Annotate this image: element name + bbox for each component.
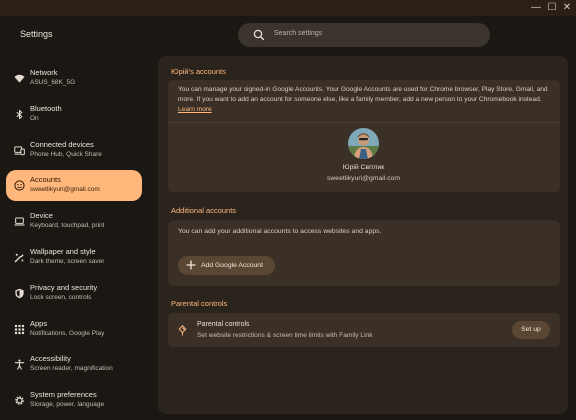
sidebar-item-sublabel: Dark theme, screen saver: [30, 258, 105, 265]
minimize-icon[interactable]: —: [530, 2, 542, 14]
bluetooth-icon: [16, 109, 23, 120]
sidebar-item-sublabel: Phone Hub, Quick Share: [30, 151, 102, 158]
user-email: sweetlikyuri@gmail.com: [327, 175, 400, 182]
sidebar-item-sublabel: On: [30, 115, 39, 122]
sidebar-item-sublabel: Storage, power, language: [30, 401, 105, 408]
app-title: Settings: [20, 29, 53, 39]
divider: [168, 122, 560, 123]
parental-controls-subtitle: Set website restrictions & screen time l…: [197, 332, 373, 339]
section-title-additional-accounts: Additional accounts: [171, 206, 237, 215]
laptop-icon: [14, 217, 25, 226]
add-google-account-button[interactable]: Add Google Account: [178, 256, 275, 275]
palette-icon: [14, 253, 24, 263]
accessibility-icon: [14, 359, 25, 370]
avatar[interactable]: [348, 128, 379, 159]
plus-icon: [186, 260, 196, 270]
sidebar-item-wallpaper[interactable]: Wallpaper and style Dark theme, screen s…: [6, 242, 142, 273]
sidebar-item-device[interactable]: Device Keyboard, touchpad, print: [6, 206, 142, 237]
add-google-account-label: Add Google Account: [201, 262, 263, 269]
sidebar-item-label: Bluetooth: [30, 104, 62, 113]
maximize-icon[interactable]: ☐: [546, 2, 558, 14]
sidebar-item-bluetooth[interactable]: Bluetooth On: [6, 99, 142, 130]
sidebar-item-sublabel: Notifications, Google Play: [30, 330, 105, 337]
sidebar-item-label: Device: [30, 211, 53, 220]
sidebar-item-accounts[interactable]: Accounts sweetlikyuri@gmail.com: [6, 170, 142, 201]
search-icon: [253, 29, 265, 41]
sidebar-item-label: Connected devices: [30, 140, 94, 149]
parental-controls-card[interactable]: [168, 313, 560, 347]
parental-controls-title: Parental controls: [197, 321, 250, 328]
learn-more-link[interactable]: Learn more: [178, 106, 212, 113]
title-bar: — ☐ ✕: [0, 0, 576, 16]
sidebar-item-label: Accounts: [30, 175, 61, 184]
close-icon[interactable]: ✕: [561, 2, 573, 14]
accounts-description-text: You can manage your signed-in Google Acc…: [178, 86, 548, 104]
sidebar-item-sublabel: Keyboard, touchpad, print: [30, 222, 105, 229]
sidebar-item-label: Accessibility: [30, 354, 71, 363]
wifi-icon: [14, 74, 25, 83]
sidebar-item-apps[interactable]: Apps Notifications, Google Play: [6, 314, 142, 345]
parental-controls-icon: [178, 325, 187, 336]
additional-accounts-description: You can add your additional accounts to …: [178, 228, 382, 235]
sidebar-item-sublabel: Lock screen, controls: [30, 294, 92, 301]
shield-icon: [15, 288, 24, 299]
sidebar-item-sublabel: Screen reader, magnification: [30, 365, 113, 372]
sidebar-item-label: Apps: [30, 319, 48, 328]
account-icon: [14, 180, 25, 191]
accounts-description: You can manage your signed-in Google Acc…: [178, 85, 554, 116]
set-up-button[interactable]: Set up: [512, 321, 550, 339]
sidebar-item-label: Privacy and security: [30, 283, 98, 292]
section-title-parental-controls: Parental controls: [171, 299, 228, 308]
sidebar-item-privacy[interactable]: Privacy and security Lock screen, contro…: [6, 278, 142, 309]
sidebar-item-network[interactable]: Network ASUS_68K_5G: [6, 63, 142, 94]
sidebar-item-sublabel: ASUS_68K_5G: [30, 79, 76, 86]
sidebar-item-system-preferences[interactable]: System preferences Storage, power, langu…: [6, 385, 142, 416]
sidebar-item-connected-devices[interactable]: Connected devices Phone Hub, Quick Share: [6, 135, 142, 166]
sidebar-item-accessibility[interactable]: Accessibility Screen reader, magnificati…: [6, 349, 142, 380]
sidebar-item-label: System preferences: [30, 390, 97, 399]
gear-icon: [15, 396, 24, 405]
devices-icon: [14, 146, 25, 156]
search-bar[interactable]: Search settings: [238, 23, 490, 47]
sidebar-item-label: Network: [30, 68, 58, 77]
search-input[interactable]: Search settings: [274, 30, 322, 37]
sidebar-item-sublabel: sweetlikyuri@gmail.com: [30, 186, 100, 193]
scrollbar[interactable]: [570, 56, 574, 416]
apps-grid-icon: [14, 324, 25, 335]
user-name: Юрій Світлик: [342, 164, 385, 171]
section-title-accounts: Юрій's accounts: [171, 67, 226, 76]
sidebar-item-label: Wallpaper and style: [30, 247, 96, 256]
